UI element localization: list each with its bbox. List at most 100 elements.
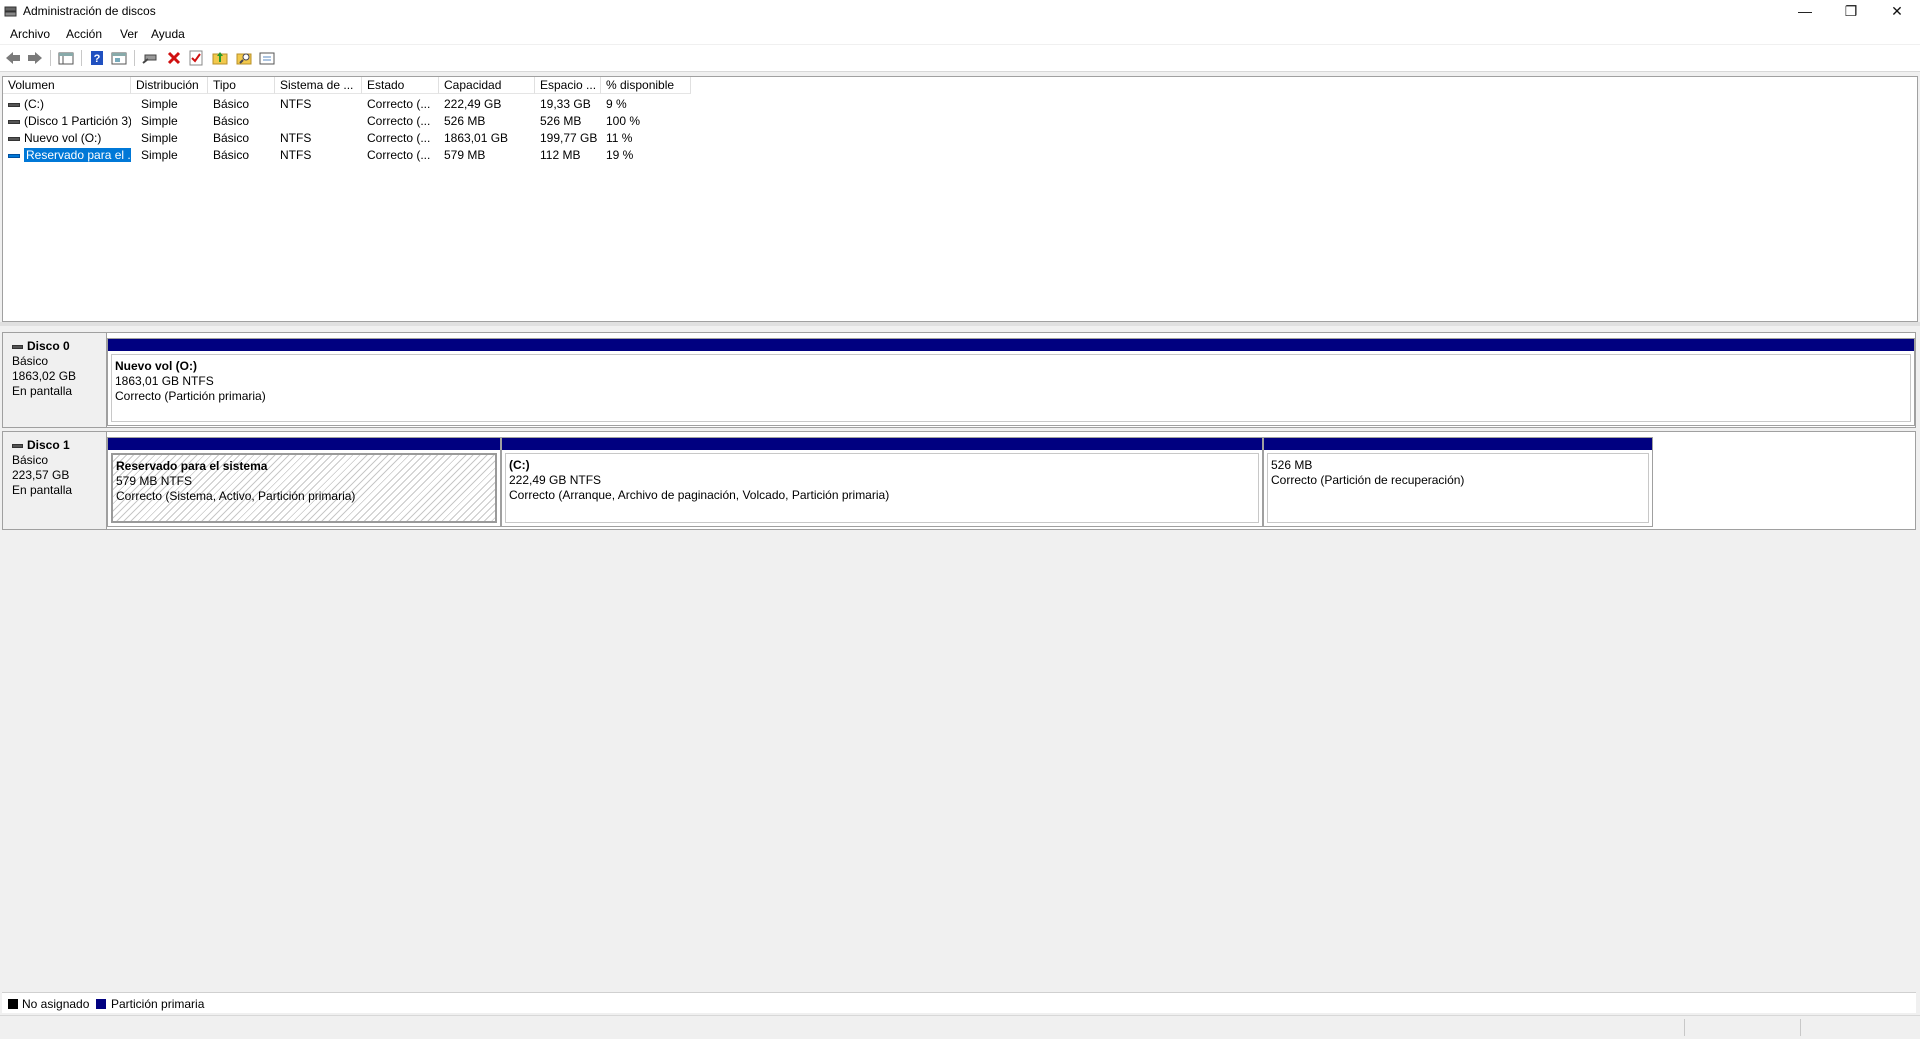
column-header-distribucion[interactable]: Distribución xyxy=(131,77,208,94)
pct-cell: 100 % xyxy=(606,114,641,128)
properties-icon[interactable] xyxy=(110,49,128,67)
partition-size: 1863,01 GB NTFS xyxy=(115,374,214,388)
partition-nuevo-vol[interactable]: Nuevo vol (O:) 1863,01 GB NTFS Correcto … xyxy=(107,338,1915,426)
partition-name: Nuevo vol (O:) xyxy=(115,359,198,373)
legend-primary-partition: Partición primaria xyxy=(111,997,205,1011)
window-title: Administración de discos xyxy=(23,4,156,18)
table-row[interactable]: (Disco 1 Partición 3) Simple Básico Corr… xyxy=(3,113,1917,130)
fs-cell: NTFS xyxy=(280,131,312,145)
disk-0-type: Básico xyxy=(12,354,49,368)
column-header-disponible[interactable]: % disponible xyxy=(601,77,691,94)
partition-status: Correcto (Arranque, Archivo de paginació… xyxy=(509,488,890,502)
volume-name: (C:) xyxy=(24,97,44,111)
free-cell: 199,77 GB xyxy=(540,131,598,145)
type-cell: Básico xyxy=(213,148,250,162)
partition-size: 526 MB xyxy=(1271,458,1313,472)
disk-icon xyxy=(12,443,23,448)
column-header-volumen[interactable]: Volumen xyxy=(3,77,131,94)
disk-0-name: Disco 0 xyxy=(27,339,70,353)
free-cell: 19,33 GB xyxy=(540,97,591,111)
menu-ayuda[interactable]: Ayuda xyxy=(151,27,185,41)
table-row-selected[interactable]: Reservado para el ... Simple Básico NTFS… xyxy=(3,147,1917,164)
delete-icon[interactable] xyxy=(165,49,183,67)
partition-status: Correcto (Sistema, Activo, Partición pri… xyxy=(116,489,356,503)
disk-list-icon[interactable] xyxy=(57,49,75,67)
disk-1-name: Disco 1 xyxy=(27,438,70,452)
primary-partition-bar xyxy=(108,339,1914,351)
folder-up-icon[interactable] xyxy=(211,49,229,67)
layout-cell: Simple xyxy=(141,114,178,128)
drive-icon xyxy=(8,153,20,158)
disk-1-size: 223,57 GB xyxy=(12,468,70,482)
type-cell: Básico xyxy=(213,114,250,128)
capacity-cell: 579 MB xyxy=(444,148,486,162)
partition-size: 222,49 GB NTFS xyxy=(509,473,602,487)
capacity-cell: 1863,01 GB xyxy=(444,131,509,145)
type-cell: Básico xyxy=(213,131,250,145)
column-header-tipo[interactable]: Tipo xyxy=(208,77,275,94)
status-cell: Correcto (... xyxy=(367,97,431,111)
drive-icon xyxy=(8,119,20,124)
partition-reservado[interactable]: Reservado para el sistema 579 MB NTFS Co… xyxy=(107,437,501,527)
column-header-espacio[interactable]: Espacio ... xyxy=(535,77,601,94)
toolbar: ? xyxy=(0,45,1920,72)
disk-management-icon xyxy=(4,6,17,17)
primary-partition-bar xyxy=(1264,438,1652,450)
forward-icon[interactable] xyxy=(26,49,44,67)
connect-icon[interactable] xyxy=(141,49,159,67)
partition-name: (C:) xyxy=(509,458,530,472)
legend-unallocated: No asignado xyxy=(22,997,90,1011)
capacity-cell: 222,49 GB xyxy=(444,97,502,111)
close-button[interactable]: ✕ xyxy=(1874,0,1920,24)
status-cell: Correcto (... xyxy=(367,131,431,145)
partition-status: Correcto (Partición de recuperación) xyxy=(1271,473,1465,487)
drive-icon xyxy=(8,136,20,141)
pct-cell: 19 % xyxy=(606,148,634,162)
column-header-estado[interactable]: Estado xyxy=(362,77,439,94)
legend: No asignado Partición primaria xyxy=(2,992,1916,1013)
disk-1-row: Disco 1 Básico 223,57 GB En pantalla Res… xyxy=(2,431,1916,530)
menu-archivo[interactable]: Archivo xyxy=(10,27,50,41)
help-icon[interactable]: ? xyxy=(88,49,106,67)
disk-0-state: En pantalla xyxy=(12,384,73,398)
free-cell: 112 MB xyxy=(540,148,581,162)
partition-size: 579 MB NTFS xyxy=(116,474,193,488)
primary-partition-bar xyxy=(108,438,500,450)
status-cell: Correcto (... xyxy=(367,114,431,128)
status-bar xyxy=(0,1015,1920,1039)
partition-name: Reservado para el sistema xyxy=(116,459,268,473)
table-row[interactable]: (C:) Simple Básico NTFS Correcto (... 22… xyxy=(3,96,1917,113)
fs-cell: NTFS xyxy=(280,148,312,162)
folder-search-icon[interactable] xyxy=(235,49,253,67)
check-icon[interactable] xyxy=(187,49,205,67)
view-icon[interactable] xyxy=(258,49,276,67)
disk-1-info[interactable]: Disco 1 Básico 223,57 GB En pantalla xyxy=(3,432,107,529)
pane-splitter[interactable] xyxy=(0,322,1920,326)
column-header-capacidad[interactable]: Capacidad xyxy=(439,77,535,94)
disk-0-info[interactable]: Disco 0 Básico 1863,02 GB En pantalla xyxy=(3,333,107,427)
free-cell: 526 MB xyxy=(540,114,582,128)
layout-cell: Simple xyxy=(141,97,178,111)
fs-cell: NTFS xyxy=(280,97,312,111)
partition-status: Correcto (Partición primaria) xyxy=(115,389,266,403)
layout-cell: Simple xyxy=(141,148,178,162)
back-icon[interactable] xyxy=(4,49,22,67)
partition-recuperacion[interactable]: 526 MB Correcto (Partición de recuperaci… xyxy=(1263,437,1653,527)
partition-c[interactable]: (C:) 222,49 GB NTFS Correcto (Arranque, … xyxy=(501,437,1263,527)
svg-text:?: ? xyxy=(94,53,101,65)
volume-name: Reservado para el ... xyxy=(24,148,131,162)
type-cell: Básico xyxy=(213,97,250,111)
restore-button[interactable]: ❐ xyxy=(1828,0,1874,24)
unallocated-swatch xyxy=(8,999,18,1009)
disk-0-row: Disco 0 Básico 1863,02 GB En pantalla Nu… xyxy=(2,332,1916,428)
minimize-button[interactable]: — xyxy=(1782,0,1828,24)
pct-cell: 11 % xyxy=(606,131,633,145)
volume-list[interactable]: Volumen Distribución Tipo Sistema de ...… xyxy=(2,76,1918,322)
title-bar: Administración de discos — ❐ ✕ xyxy=(0,0,1920,24)
menu-ver[interactable]: Ver xyxy=(120,27,138,41)
menu-accion[interactable]: Acción xyxy=(66,27,102,41)
volume-name: Nuevo vol (O:) xyxy=(24,131,102,145)
volume-name: (Disco 1 Partición 3) xyxy=(24,114,131,128)
table-row[interactable]: Nuevo vol (O:) Simple Básico NTFS Correc… xyxy=(3,130,1917,147)
column-header-sistema[interactable]: Sistema de ... xyxy=(275,77,362,94)
